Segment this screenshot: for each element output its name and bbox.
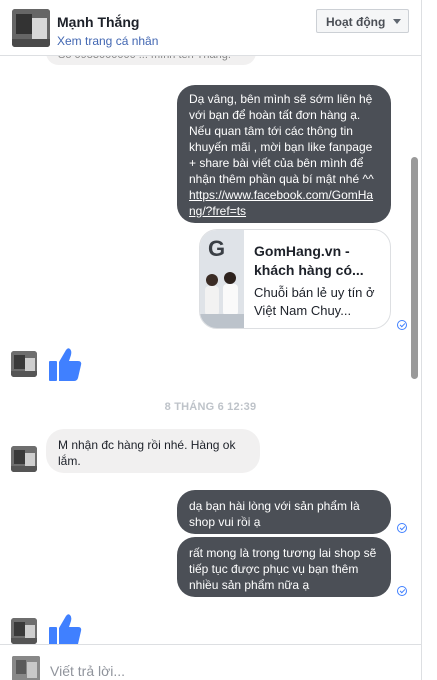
reply-composer[interactable]: Viết trả lời... <box>0 644 421 680</box>
message-text: Dạ vâng, bên mình sẽ sớm liên hệ với bạn… <box>189 92 374 186</box>
contact-name[interactable]: Mạnh Thắng <box>57 14 139 30</box>
chevron-down-icon <box>393 19 401 24</box>
contact-avatar <box>11 351 37 377</box>
status-button-label: Hoạt động <box>326 15 386 29</box>
conversation-panel: Số 0983000000 ... mình tên Thắng. Dạ vân… <box>0 0 421 680</box>
view-profile-link[interactable]: Xem trang cá nhân <box>57 34 158 48</box>
reply-input[interactable]: Viết trả lời... <box>50 663 125 679</box>
contact-avatar[interactable] <box>12 9 50 47</box>
conversation-header: Mạnh Thắng Xem trang cá nhân Hoạt động <box>0 0 421 56</box>
seen-check-icon <box>397 320 407 330</box>
outgoing-message-promo: Dạ vâng, bên mình sẽ sớm liên hệ với bạn… <box>177 85 391 223</box>
user-avatar <box>12 656 40 680</box>
status-dropdown-button[interactable]: Hoạt động <box>316 9 409 33</box>
contact-avatar <box>11 446 37 472</box>
right-side-panel-edge <box>421 0 437 680</box>
message-timestamp: 8 THÁNG 6 12:39 <box>164 401 257 413</box>
thumbs-up-icon <box>48 346 82 382</box>
outgoing-message: dạ bạn hài lòng với sản phẩm là shop vui… <box>177 490 391 534</box>
link-preview-thumbnail: G <box>200 230 244 328</box>
link-preview-description: Chuỗi bán lẻ uy tín ở Việt Nam Chuy... <box>254 285 375 318</box>
seen-check-icon <box>397 586 407 596</box>
seen-check-icon <box>397 523 407 533</box>
link-preview-title: GomHang.vn - khách hàng có... <box>254 243 364 278</box>
contact-avatar <box>11 618 37 644</box>
link-preview-card[interactable]: G GomHang.vn - khách hàng có... Chuỗi bá… <box>199 229 391 329</box>
incoming-message: M nhận đc hàng rồi nhé. Hàng ok lắm. <box>46 429 260 473</box>
outgoing-message: rất mong là trong tương lai shop sẽ tiếp… <box>177 537 391 597</box>
svg-text:G: G <box>208 236 225 261</box>
thumbs-up-icon <box>48 612 82 644</box>
message-scrollbar[interactable] <box>411 157 418 379</box>
fanpage-link[interactable]: https://www.facebook.com/GomHang/?fref=t… <box>189 188 373 218</box>
